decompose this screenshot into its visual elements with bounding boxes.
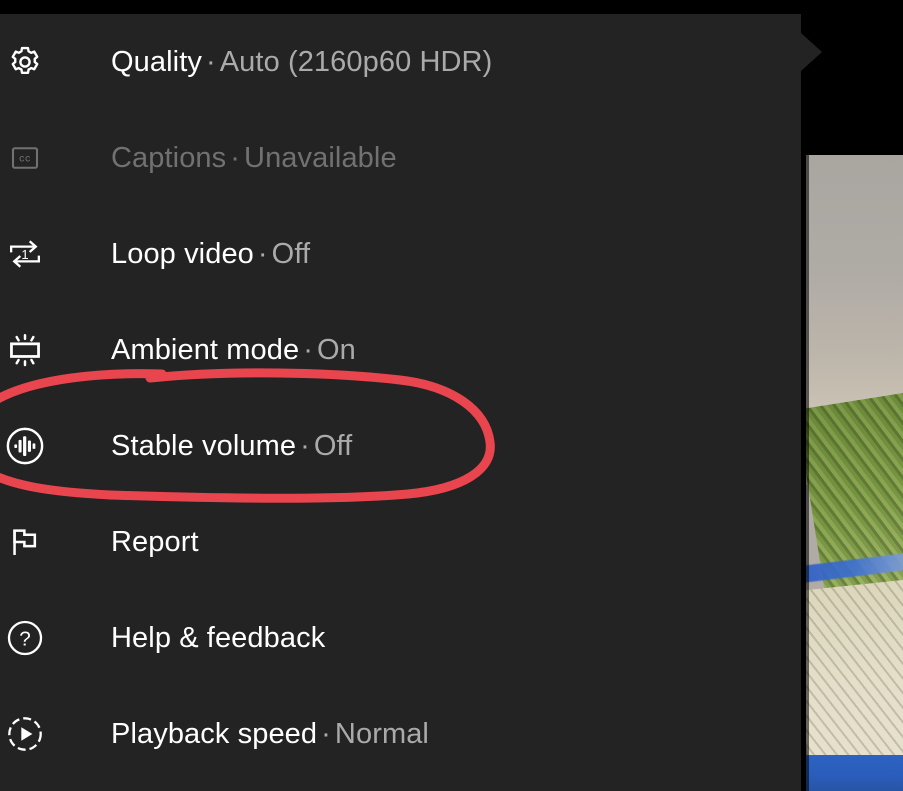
menu-item-label: Loop video · Off [111, 237, 310, 271]
video-left-edge-shadow [806, 155, 809, 791]
separator-dot: · [230, 142, 241, 174]
separator-dot: · [257, 238, 268, 270]
menu-item-captions: cc Captions · Unavailable [0, 110, 801, 206]
loop-one-icon: 1 [0, 206, 51, 302]
ambient-mode-label: Ambient mode [111, 334, 300, 366]
loop-video-value: Off [271, 238, 311, 270]
svg-text:?: ? [19, 628, 31, 651]
menu-item-report[interactable]: Report [0, 494, 801, 590]
settings-menu-list: Quality · Auto (2160p60 HDR) cc Captions · U… [0, 14, 801, 782]
ambient-mode-value: On [316, 334, 356, 366]
menu-item-label: Playback speed · Normal [111, 717, 429, 751]
captions-value: Unavailable [244, 142, 397, 174]
playback-speed-value: Normal [334, 718, 429, 750]
separator-dot [199, 526, 207, 558]
video-frame[interactable] [806, 155, 903, 791]
loop-video-label: Loop video [111, 238, 254, 270]
menu-item-playback-speed[interactable]: Playback speed · Normal [0, 686, 801, 782]
separator-dot: · [321, 718, 331, 750]
flag-icon [0, 494, 51, 590]
video-sand [806, 579, 903, 781]
gear-icon [0, 14, 51, 110]
stable-volume-value: Off [313, 430, 353, 462]
captions-label: Captions [111, 142, 227, 174]
stable-volume-label: Stable volume [111, 430, 297, 462]
svg-text:1: 1 [21, 247, 28, 262]
menu-item-quality[interactable]: Quality · Auto (2160p60 HDR) [0, 14, 801, 110]
closed-captions-icon: cc [0, 110, 51, 206]
playback-speed-label: Playback speed [111, 718, 318, 750]
help-feedback-label: Help & feedback [111, 622, 326, 654]
screen: Quality · Auto (2160p60 HDR) cc Captions · U… [0, 0, 903, 791]
video-water [806, 755, 903, 791]
quality-label: Quality [111, 46, 202, 78]
stable-volume-icon [0, 398, 51, 494]
menu-item-loop-video[interactable]: 1 Loop video · Off [0, 206, 801, 302]
menu-item-stable-volume[interactable]: Stable volume · Off [0, 398, 801, 494]
menu-item-label: Stable volume · Off [111, 429, 352, 463]
menu-item-label: Ambient mode · On [111, 333, 356, 367]
report-label: Report [111, 526, 199, 558]
ambient-mode-icon [0, 302, 51, 398]
quality-value: Auto (2160p60 HDR) [219, 46, 493, 78]
playback-speed-icon [0, 686, 51, 782]
settings-menu-panel: Quality · Auto (2160p60 HDR) cc Captions · U… [0, 14, 801, 791]
menu-item-ambient-mode[interactable]: Ambient mode · On [0, 302, 801, 398]
separator-dot [325, 622, 333, 654]
separator-dot: · [205, 46, 216, 78]
svg-text:cc: cc [19, 153, 31, 165]
menu-item-label: Report [111, 525, 207, 559]
separator-dot: · [303, 334, 313, 366]
menu-item-label: Quality · Auto (2160p60 HDR) [111, 45, 492, 79]
menu-item-label: Captions · Unavailable [111, 141, 397, 175]
menu-item-label: Help & feedback [111, 621, 333, 655]
separator-dot: · [300, 430, 310, 462]
help-circle-icon: ? [0, 590, 51, 686]
panel-pointer-caret [801, 33, 822, 71]
menu-item-help-feedback[interactable]: ? Help & feedback [0, 590, 801, 686]
